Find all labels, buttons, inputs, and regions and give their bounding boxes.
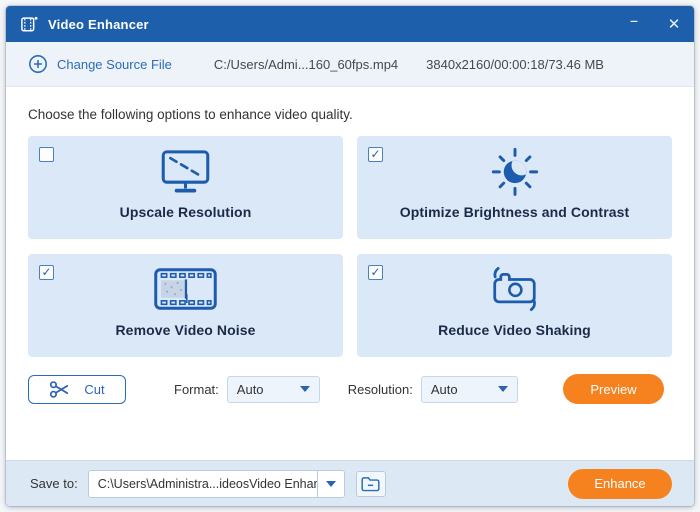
change-source-file-button[interactable]: Change Source File xyxy=(28,54,172,74)
checkmark-icon: ✓ xyxy=(41,266,51,278)
page-title: Choose the following options to enhance … xyxy=(28,107,672,122)
preview-button[interactable]: Preview xyxy=(563,374,664,404)
brightness-sun-icon xyxy=(489,142,541,200)
browse-folder-button[interactable] xyxy=(356,471,386,497)
chevron-down-icon xyxy=(498,386,508,392)
upscale-resolution-checkbox[interactable]: ✓ xyxy=(39,147,54,162)
minimize-button[interactable]: – xyxy=(614,6,654,42)
scissors-icon xyxy=(49,380,70,399)
option-card-reduce-shaking[interactable]: ✓ Reduce Video Shaking xyxy=(357,254,672,357)
source-file-path: C:/Users/Admi...160_60fps.mp4 xyxy=(214,57,398,72)
save-to-label: Save to: xyxy=(30,476,78,491)
option-card-upscale-resolution[interactable]: ✓ Upscale Resolution xyxy=(28,136,343,239)
checkmark-icon: ✓ xyxy=(370,266,380,278)
folder-icon xyxy=(360,475,381,493)
app-logo-icon xyxy=(20,15,39,33)
window-title: Video Enhancer xyxy=(48,17,149,32)
toolbar: Cut Format: Auto Resolution: Auto Previe… xyxy=(28,374,672,404)
titlebar: Video Enhancer – ✕ xyxy=(6,6,694,42)
main-content: Choose the following options to enhance … xyxy=(6,87,694,460)
change-source-file-label: Change Source File xyxy=(57,57,172,72)
format-value: Auto xyxy=(237,382,300,397)
source-file-info: 3840x2160/00:00:18/73.46 MB xyxy=(426,57,604,72)
format-group: Format: Auto xyxy=(174,376,320,403)
reduce-shaking-checkbox[interactable]: ✓ xyxy=(368,265,383,280)
source-file-bar: Change Source File C:/Users/Admi...160_6… xyxy=(6,42,694,87)
option-card-remove-noise[interactable]: ✓ xyxy=(28,254,343,357)
option-card-optimize-brightness[interactable]: ✓ xyxy=(357,136,672,239)
film-noise-icon xyxy=(154,260,217,318)
resolution-select[interactable]: Auto xyxy=(421,376,518,403)
option-label: Remove Video Noise xyxy=(115,322,255,338)
format-label: Format: xyxy=(174,382,219,397)
monitor-upscale-icon xyxy=(157,142,214,200)
cut-label: Cut xyxy=(84,382,104,397)
resolution-label: Resolution: xyxy=(348,382,413,397)
save-path-value[interactable]: C:\Users\Administra...ideosVideo Enhance… xyxy=(89,471,317,497)
checkmark-icon: ✓ xyxy=(370,148,380,160)
chevron-down-icon xyxy=(300,386,310,392)
remove-noise-checkbox[interactable]: ✓ xyxy=(39,265,54,280)
save-path-dropdown-button[interactable] xyxy=(317,471,344,497)
footer-bar: Save to: C:\Users\Administra...ideosVide… xyxy=(6,460,694,506)
close-button[interactable]: ✕ xyxy=(654,6,694,42)
resolution-value: Auto xyxy=(431,382,498,397)
cut-button[interactable]: Cut xyxy=(28,375,126,404)
optimize-brightness-checkbox[interactable]: ✓ xyxy=(368,147,383,162)
option-label: Optimize Brightness and Contrast xyxy=(400,204,630,220)
video-enhancer-window: Video Enhancer – ✕ Change Source File C:… xyxy=(6,6,694,506)
format-select[interactable]: Auto xyxy=(227,376,320,403)
enhance-button[interactable]: Enhance xyxy=(568,469,672,499)
option-cards: ✓ Upscale Resolution ✓ xyxy=(28,136,672,357)
option-label: Upscale Resolution xyxy=(120,204,252,220)
save-path-combobox: C:\Users\Administra...ideosVideo Enhance… xyxy=(88,470,345,498)
add-circle-icon xyxy=(28,54,48,74)
resolution-group: Resolution: Auto xyxy=(348,376,518,403)
camera-shake-icon xyxy=(487,260,542,318)
chevron-down-icon xyxy=(326,481,336,487)
option-label: Reduce Video Shaking xyxy=(438,322,591,338)
